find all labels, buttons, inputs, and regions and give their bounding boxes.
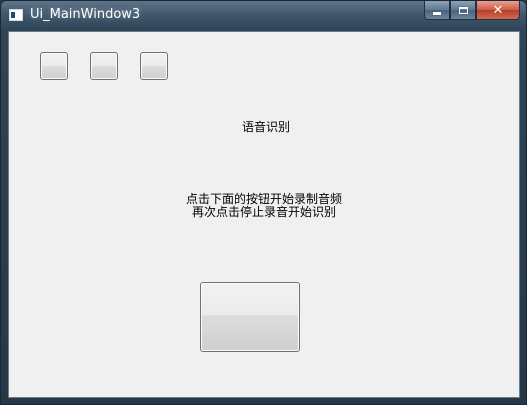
minimize-button[interactable] [424,1,450,20]
title-bar[interactable]: Ui_MainWindow3 ✕ [1,1,526,31]
minimize-icon [433,11,441,15]
page-title-text: 语音识别 [241,120,290,134]
page-title: 语音识别 [9,120,519,134]
record-button[interactable] [200,282,300,352]
toolbar-button-3[interactable] [140,52,168,80]
maximize-icon [458,6,468,14]
main-window: Ui_MainWindow3 ✕ 语音识别 点击下面的按钮开始录制音频 再次点击… [0,0,527,405]
close-button[interactable]: ✕ [476,1,520,20]
caption-buttons: ✕ [424,1,520,21]
close-icon: ✕ [492,2,504,18]
client-area: 语音识别 点击下面的按钮开始录制音频 再次点击停止录音开始识别 [8,31,520,398]
instruction-line-2: 再次点击停止录音开始识别 [191,205,336,219]
toolbar-button-1[interactable] [40,52,68,80]
window-title: Ui_MainWindow3 [30,7,141,22]
app-window-icon [9,9,23,21]
maximize-button[interactable] [450,1,476,20]
toolbar-button-2[interactable] [90,52,118,80]
instructions-text: 点击下面的按钮开始录制音频 再次点击停止录音开始识别 [9,193,519,219]
